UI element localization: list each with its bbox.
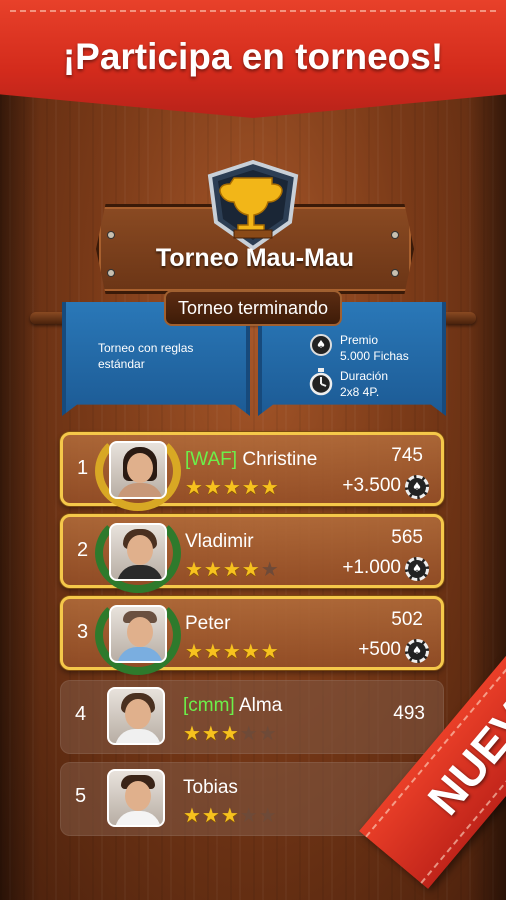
prize-value: 5.000 Fichas <box>340 349 409 363</box>
star-rating: ★★★★★ <box>183 803 278 827</box>
player-name: Peter <box>185 613 231 634</box>
clan-tag: [cmm] <box>183 695 235 716</box>
player-name: Tobias <box>183 777 238 798</box>
avatar[interactable] <box>107 687 165 745</box>
rank-number: 5 <box>75 785 87 807</box>
leaderboard-row[interactable]: 5 Tobias ★★★★★ <box>60 762 444 836</box>
leaderboard-row[interactable]: 1 [WAF] Christine ★★★★★ 745 +3.500 ♠ <box>60 431 444 511</box>
leaderboard-row[interactable]: 3 Peter ★★★★★ 502 +500 ♠ <box>60 595 444 675</box>
poker-chip-icon: ♠ <box>405 475 429 499</box>
player-prize: +1.000 <box>342 557 401 578</box>
star-rating: ★★★★★ <box>185 639 280 663</box>
poker-chip-icon: ♠ <box>405 557 429 581</box>
player-score: 493 <box>393 703 425 724</box>
avatar[interactable] <box>109 441 167 499</box>
tournament-status: Torneo terminando <box>164 290 342 326</box>
leaderboard-row[interactable]: 4 [cmm] Alma ★★★★★ 493 <box>60 680 444 754</box>
avatar[interactable] <box>107 769 165 827</box>
header-title: ¡Participa en torneos! <box>62 36 444 77</box>
player-score: 565 <box>391 527 423 548</box>
leaderboard-row[interactable]: 2 Vladimir ★★★★★ 565 +1.000 ♠ <box>60 513 444 593</box>
wood-edge-right <box>466 0 506 900</box>
duration-label: Duración <box>340 369 389 383</box>
rank-number: 4 <box>75 703 87 725</box>
avatar[interactable] <box>109 523 167 581</box>
rank-number: 2 <box>77 539 89 561</box>
rank-number: 3 <box>77 621 89 643</box>
poker-chip-icon: ♠ <box>310 334 332 356</box>
player-name: [WAF] Christine <box>185 449 318 470</box>
nail-icon <box>108 232 114 238</box>
player-prize: +3.500 <box>342 475 401 496</box>
tournament-title: Torneo Mau-Mau <box>155 244 355 272</box>
player-prize: +500 <box>358 639 401 660</box>
duration-value: 2x8 4P. <box>340 385 380 399</box>
rules-text: Torneo con reglas estándar <box>98 341 194 371</box>
player-name: [cmm] Alma <box>183 695 283 716</box>
star-rating: ★★★★★ <box>185 475 280 499</box>
star-rating: ★★★★★ <box>185 557 280 581</box>
trophy-shield-icon <box>207 160 299 250</box>
nail-icon <box>392 232 398 238</box>
prize-label: Premio <box>340 333 379 347</box>
wood-edge-left <box>0 0 40 900</box>
clan-tag: [WAF] <box>185 449 238 470</box>
stopwatch-icon <box>309 368 333 396</box>
player-name: Vladimir <box>185 531 254 552</box>
star-rating: ★★★★★ <box>183 721 278 745</box>
avatar[interactable] <box>109 605 167 663</box>
poker-chip-icon: ♠ <box>405 639 429 663</box>
player-score: 745 <box>391 445 423 466</box>
rank-number: 1 <box>77 457 89 479</box>
player-score: 502 <box>391 609 423 630</box>
